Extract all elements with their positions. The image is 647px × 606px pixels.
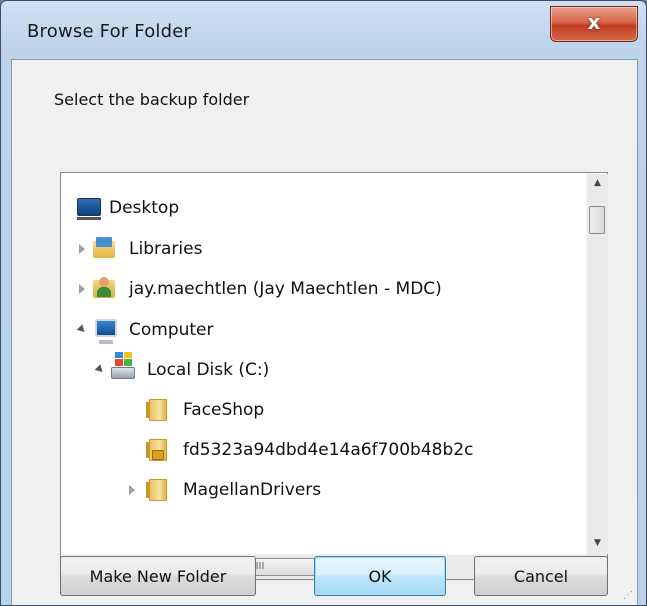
computer-icon xyxy=(95,319,117,344)
expand-arrow-icon[interactable] xyxy=(79,244,85,254)
scroll-down-icon[interactable]: ▼ xyxy=(587,534,608,552)
folder-tree[interactable]: Desktop Libraries jay.maechtlen (Jay Mae… xyxy=(60,172,608,580)
browse-for-folder-dialog: Browse For Folder x Select the backup fo… xyxy=(0,0,647,606)
instruction-text: Select the backup folder xyxy=(54,90,250,109)
tree-item-label: Computer xyxy=(129,320,214,340)
collapse-arrow-icon[interactable] xyxy=(76,324,88,335)
local-disk-icon xyxy=(111,352,135,379)
locked-folder-icon xyxy=(146,439,167,461)
dialog-title: Browse For Folder xyxy=(27,21,192,42)
tree-item-label: jay.maechtlen (Jay Maechtlen - MDC) xyxy=(129,279,442,299)
desktop-icon xyxy=(77,198,101,220)
cancel-button[interactable]: Cancel xyxy=(474,556,608,596)
title-bar[interactable]: Browse For Folder x xyxy=(1,1,646,57)
scroll-up-icon[interactable]: ▲ xyxy=(587,174,608,192)
collapse-arrow-icon[interactable] xyxy=(94,364,106,375)
expand-arrow-icon[interactable] xyxy=(129,485,135,495)
vertical-scroll-thumb[interactable] xyxy=(589,206,605,234)
close-button[interactable]: x xyxy=(550,6,638,42)
vertical-scrollbar[interactable]: ▲ ▼ xyxy=(586,174,608,554)
make-new-folder-button[interactable]: Make New Folder xyxy=(60,556,256,596)
tree-item-label: MagellanDrivers xyxy=(183,480,322,500)
expand-arrow-icon[interactable] xyxy=(79,284,85,294)
dialog-body: Select the backup folder Desktop Librari… xyxy=(11,59,638,605)
tree-item-label: Desktop xyxy=(109,198,180,218)
grip-icon: III xyxy=(255,561,265,572)
user-folder-icon xyxy=(93,277,115,298)
tree-item-label: FaceShop xyxy=(183,400,265,420)
tree-item-label: fd5323a94dbd4e14a6f700b48b2c xyxy=(183,440,474,460)
close-icon: x xyxy=(587,10,601,34)
libraries-icon xyxy=(93,237,115,258)
folder-icon xyxy=(146,399,167,421)
tree-item-label: Local Disk (C:) xyxy=(147,360,270,380)
resize-grip-icon[interactable]: ⋰ xyxy=(623,590,633,601)
folder-icon xyxy=(146,479,167,501)
ok-button[interactable]: OK xyxy=(314,556,446,596)
tree-item-label: Libraries xyxy=(129,239,203,259)
